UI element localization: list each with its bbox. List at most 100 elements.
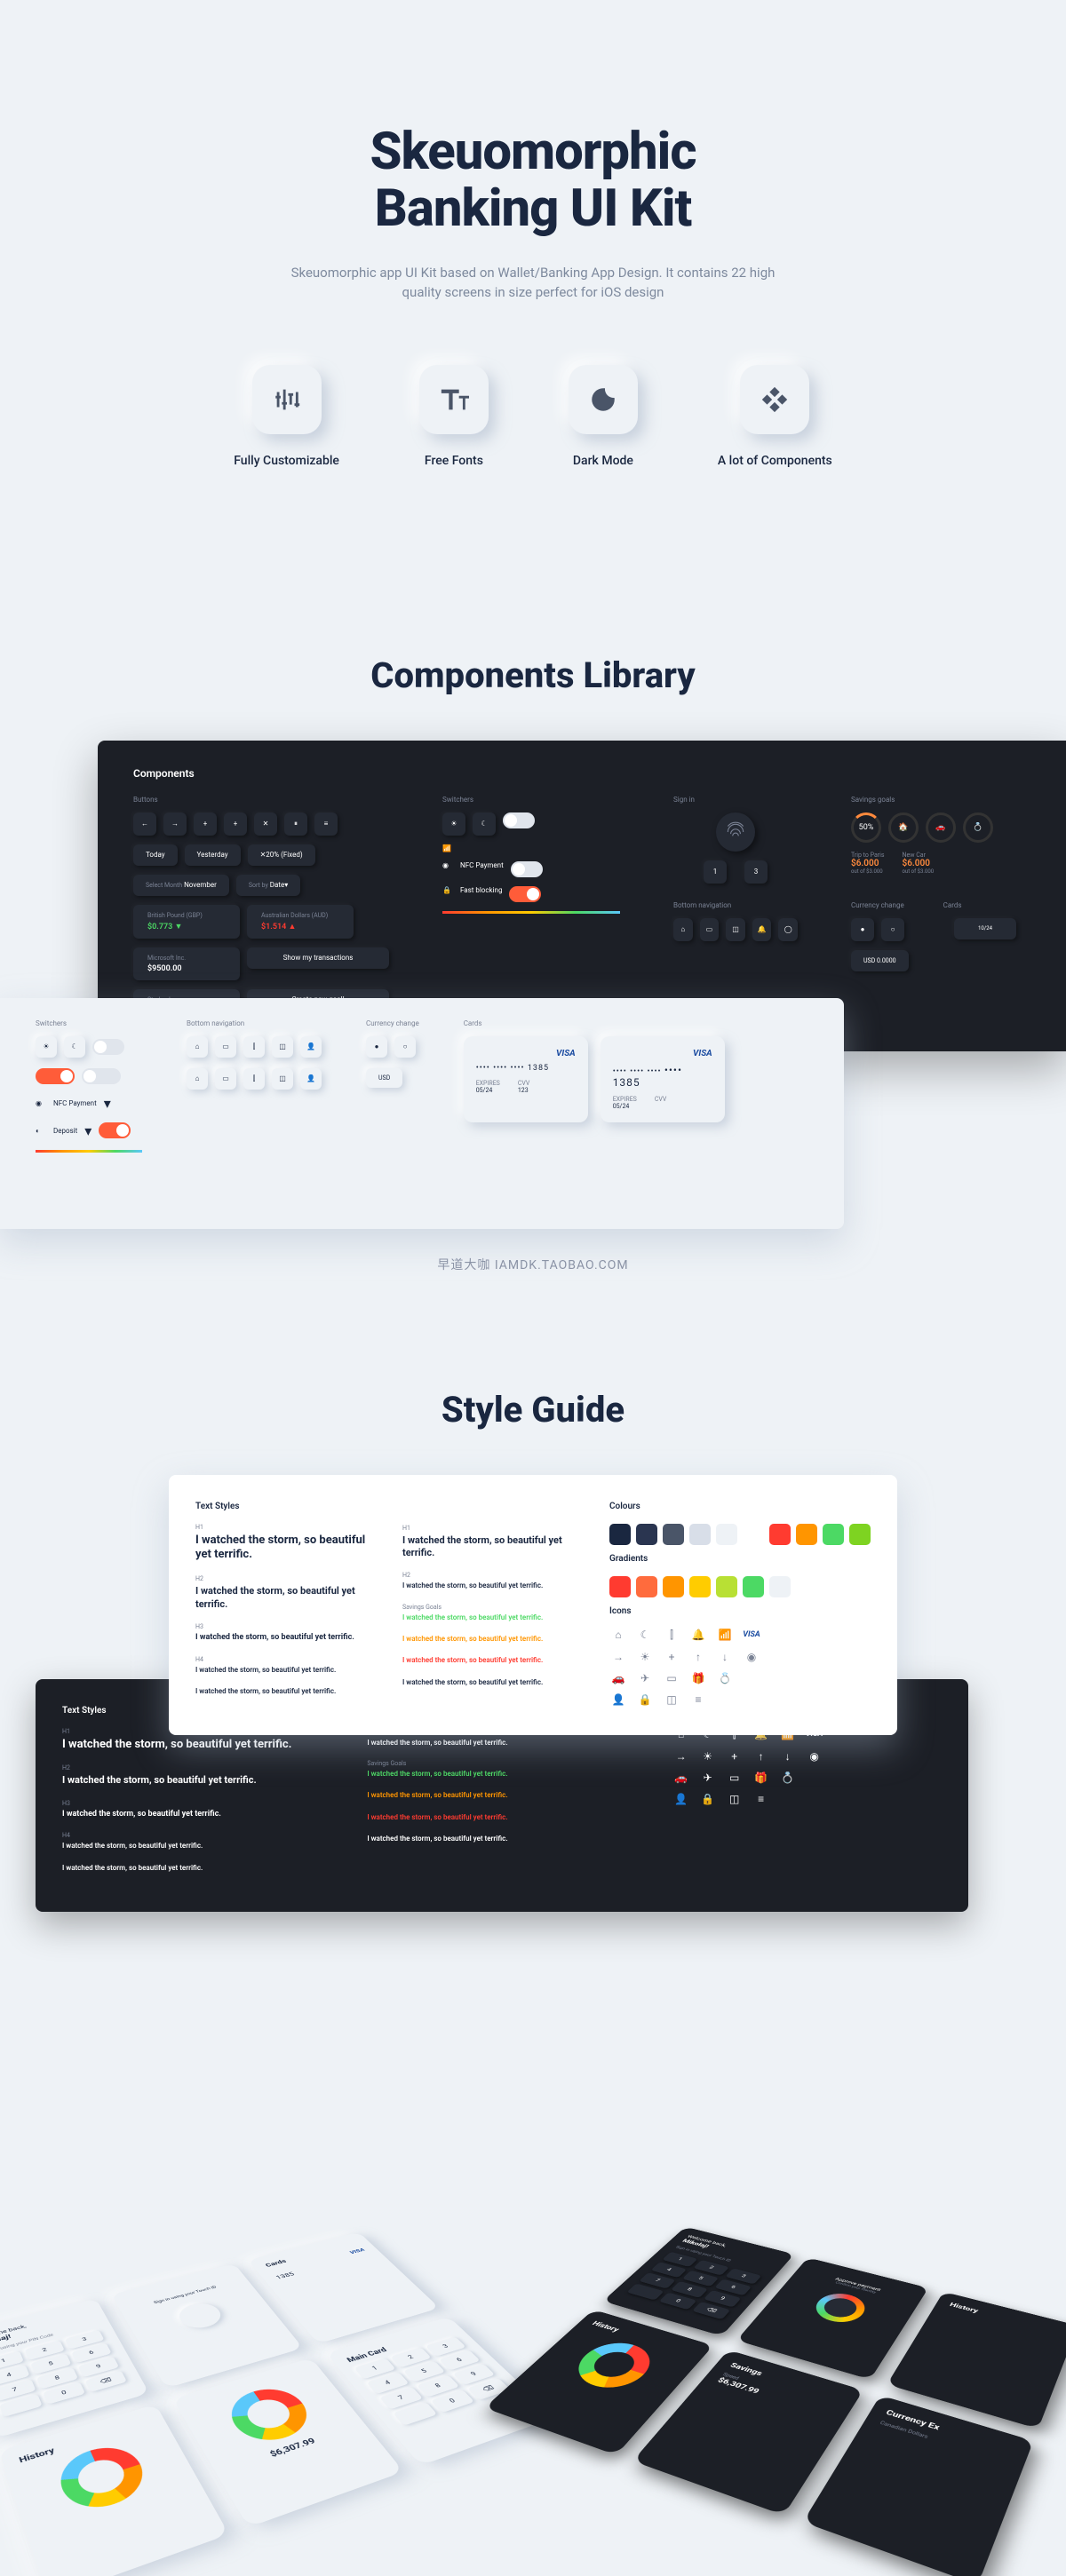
- nav-home-icon[interactable]: ⌂: [187, 1036, 208, 1058]
- today-button[interactable]: Today: [133, 844, 178, 866]
- currency-tab[interactable]: ●: [851, 918, 874, 941]
- nav-chart-icon[interactable]: ◫: [726, 918, 745, 941]
- nfc-icon: ◉: [442, 861, 453, 877]
- lock-icon: 🔒: [636, 1693, 654, 1706]
- sample-text: I watched the storm, so beautiful yet te…: [62, 1864, 331, 1873]
- fingerprint-icon[interactable]: [716, 812, 755, 852]
- dark-mockups: Welcome back,Mikolaj!Sign in using your …: [465, 2226, 1066, 2575]
- toggle[interactable]: [36, 1068, 75, 1084]
- nav-user-icon[interactable]: 👤: [300, 1036, 322, 1058]
- sample-text: I watched the storm, so beautiful yet te…: [367, 1813, 636, 1822]
- moon-icon[interactable]: ☾: [64, 1036, 85, 1058]
- fixed-button[interactable]: ✕ 20% (Fixed): [248, 844, 315, 866]
- page-subtitle: Skeuomorphic app UI Kit based on Wallet/…: [275, 263, 791, 303]
- sun-icon[interactable]: ☀: [36, 1036, 57, 1058]
- usd-chip[interactable]: USD 0.0000: [851, 950, 909, 971]
- rainbow-slider[interactable]: [442, 911, 620, 914]
- pause-button[interactable]: ⏸: [284, 812, 307, 836]
- nav-bell-icon[interactable]: ◫: [272, 1068, 293, 1090]
- yesterday-button[interactable]: Yesterday: [185, 844, 241, 866]
- aud-card[interactable]: Australian Dollars (AUD)$1.514 ▲: [247, 905, 354, 939]
- goal-ring-icon: 💍: [963, 812, 993, 843]
- close-button[interactable]: ✕: [254, 812, 277, 836]
- sort-select[interactable]: Sort by Date ▾: [236, 875, 300, 896]
- card-icon: ▭: [726, 1771, 744, 1784]
- card-number: •••• •••• •••• 1385: [476, 1064, 576, 1073]
- heading-label: H3: [62, 1800, 331, 1807]
- group-label: Cards: [943, 901, 962, 909]
- credit-card[interactable]: VISA •••• •••• •••• •••• 1385 EXPIRES05/…: [601, 1036, 725, 1122]
- theme-toggle[interactable]: [503, 812, 535, 828]
- nav-chart-icon[interactable]: ⫿: [243, 1068, 265, 1090]
- feature-label: Fully Customizable: [234, 454, 339, 468]
- menu-button[interactable]: ≡: [314, 812, 338, 836]
- currency-tab[interactable]: ○: [881, 918, 904, 941]
- nav-card-icon[interactable]: ▭: [215, 1068, 236, 1090]
- theme-toggle[interactable]: [92, 1039, 124, 1055]
- goal-paris: Trip to Paris$6.000out of $3.000: [851, 852, 885, 875]
- arrow-icon: →: [672, 1750, 690, 1763]
- arrow-right-button[interactable]: →: [163, 812, 187, 836]
- sun-icon[interactable]: ☀: [442, 812, 465, 836]
- gradient-swatch: [663, 1576, 684, 1597]
- color-swatches: [609, 1524, 871, 1545]
- feature-label: Free Fonts: [425, 454, 483, 468]
- add-button[interactable]: +: [224, 812, 247, 836]
- heading-label: H1: [195, 1524, 367, 1531]
- month-select[interactable]: Select Month November: [133, 875, 229, 896]
- nav-card-icon[interactable]: ▭: [215, 1036, 236, 1058]
- sample-text: I watched the storm, so beautiful yet te…: [402, 1613, 574, 1622]
- moon-icon: [569, 365, 638, 434]
- nav-bell-icon[interactable]: ◫: [272, 1036, 293, 1058]
- hero-section: SkeuomorphicBanking UI Kit Skeuomorphic …: [0, 0, 1066, 539]
- keypad-1[interactable]: 1: [704, 860, 727, 884]
- sample-text: I watched the storm, so beautiful yet te…: [195, 1687, 367, 1696]
- savings-label: Savings Goals: [367, 1760, 636, 1767]
- heading-label: H2: [62, 1764, 331, 1771]
- currency-tab[interactable]: ○: [394, 1036, 416, 1058]
- savings-label: Savings Goals: [402, 1604, 574, 1611]
- moon-icon[interactable]: ☾: [473, 812, 496, 836]
- credit-card[interactable]: 10/24: [954, 918, 1016, 939]
- user-icon: 👤: [609, 1693, 627, 1706]
- group-label: Sign in: [673, 796, 798, 804]
- fast-toggle[interactable]: [509, 886, 541, 902]
- grid-icon: ◫: [726, 1793, 744, 1805]
- arrow-left-button[interactable]: ←: [133, 812, 156, 836]
- keypad-3[interactable]: 3: [744, 860, 768, 884]
- deposit-toggle[interactable]: [99, 1122, 131, 1138]
- sample-text: I watched the storm, so beautiful yet te…: [402, 1581, 574, 1590]
- feature-label: A lot of Components: [718, 454, 832, 468]
- group-label: Switchers: [36, 1019, 142, 1027]
- nav-card-icon[interactable]: ▭: [700, 918, 720, 941]
- gradient-swatches: [609, 1576, 871, 1597]
- group-label: Bottom navigation: [673, 901, 798, 909]
- ms-card[interactable]: Microsoft Inc.$9500.00: [133, 947, 240, 980]
- sample-text: I watched the storm, so beautiful yet te…: [195, 1585, 367, 1611]
- transactions-link[interactable]: Show my transactions: [247, 947, 389, 969]
- plus-button[interactable]: +: [194, 812, 217, 836]
- rainbow-slider[interactable]: [36, 1150, 142, 1153]
- nav-home-icon[interactable]: ⌂: [673, 918, 693, 941]
- gbp-card[interactable]: British Pound (GBP)$0.773 ▼: [133, 905, 240, 939]
- nfc-toggle[interactable]: [511, 861, 543, 877]
- group-label: Buttons: [133, 796, 389, 804]
- toggle[interactable]: [82, 1068, 121, 1084]
- group-label: Bottom navigation: [187, 1019, 322, 1027]
- currency-tab[interactable]: ●: [366, 1036, 387, 1058]
- fingerprint-icon[interactable]: [173, 2300, 227, 2332]
- sample-text: I watched the storm, so beautiful yet te…: [367, 1739, 636, 1748]
- sample-text: I watched the storm, so beautiful yet te…: [195, 1534, 367, 1564]
- icon-grid: ⌂☾⫿🔔📶VISA →☀+↑↓◉ 🚗✈▭🎁💍 👤🔒◫≡: [609, 1629, 871, 1706]
- credit-card[interactable]: VISA •••• •••• •••• 1385 EXPIRES05/24CVV…: [464, 1036, 588, 1122]
- menu-icon: ≡: [752, 1793, 770, 1805]
- nav-bell-icon[interactable]: 🔔: [752, 918, 772, 941]
- usd-chip[interactable]: USD: [366, 1068, 402, 1088]
- fingerprint-ring[interactable]: [808, 2289, 872, 2326]
- nav-user-icon[interactable]: ◯: [778, 918, 798, 941]
- nav-home-icon[interactable]: ⌂: [187, 1068, 208, 1090]
- nav-chart-icon[interactable]: ⫿: [243, 1036, 265, 1058]
- sample-text: I watched the storm, so beautiful yet te…: [367, 1791, 636, 1800]
- upload-icon: ↑: [689, 1651, 707, 1663]
- nav-user-icon[interactable]: 👤: [300, 1068, 322, 1090]
